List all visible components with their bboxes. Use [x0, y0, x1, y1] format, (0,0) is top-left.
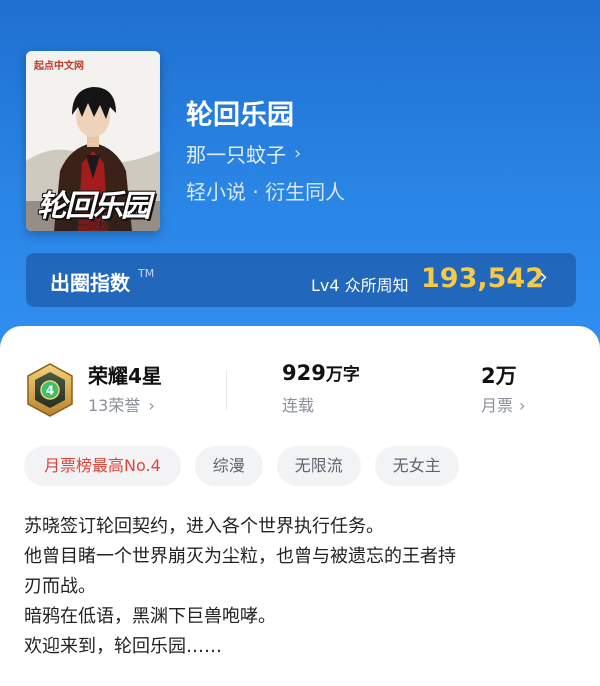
honor-count-link[interactable]: 13荣誉 › [88, 392, 155, 416]
monthly-votes-count: 2万 [481, 364, 517, 388]
book-title: 轮回乐园 [186, 100, 294, 131]
description-line: 欢迎来到，轮回乐园…… [24, 636, 222, 657]
author-link[interactable]: 那一只蚊子 › [186, 139, 301, 168]
gold-hexagon-badge-icon: 4 [27, 363, 73, 417]
trademark-mark: TM [138, 267, 155, 280]
description-line: 苏晓签订轮回契约，进入各个世界执行任务。 [24, 516, 384, 537]
serial-status: 连载 [282, 396, 315, 415]
tag-item[interactable]: 无女主 [374, 446, 459, 486]
word-count: 929万字 [282, 360, 360, 385]
stat-divider [226, 370, 227, 410]
author-name: 那一只蚊子 [186, 143, 286, 167]
tag-ranking[interactable]: 月票榜最高No.4 [24, 446, 181, 486]
badge-number: 4 [46, 384, 54, 398]
chevron-right-icon: › [539, 265, 548, 290]
chevron-right-icon: › [148, 396, 155, 415]
book-genre: 轻小说 · 衍生同人 [186, 180, 346, 204]
chevron-right-icon: › [294, 143, 302, 164]
tag-item[interactable]: 无限流 [276, 446, 361, 486]
word-count-unit: 万字 [325, 365, 360, 385]
index-value: 193,542 [421, 263, 544, 294]
word-count-number: 929 [282, 361, 326, 385]
cover-publisher: 起点中文网 [34, 61, 84, 72]
popularity-index-bar[interactable]: 出圈指数 TM Lv4 众所周知 193,542 › [26, 253, 576, 307]
description-line: 刃而战。 [24, 576, 96, 597]
honor-level: 荣耀4星 [88, 364, 162, 388]
monthly-votes-link[interactable]: 月票 › [481, 392, 525, 416]
tag-list: 月票榜最高No.4 综漫 无限流 无女主 [24, 446, 473, 486]
book-header: 起点中文网 轮回乐园 那一只蚊子 轮回乐园 那一只蚊子 › 轻小说 · 衍生同人… [0, 0, 600, 360]
description-line: 他曾目睹一个世界崩灭为尘粒，也曾与被遗忘的王者持 [24, 546, 456, 567]
chevron-right-icon: › [519, 396, 526, 415]
description-line: 暗鸦在低语，黑渊下巨兽咆哮。 [24, 606, 276, 627]
tag-item[interactable]: 综漫 [194, 446, 263, 486]
honor-count: 13荣誉 [88, 396, 141, 415]
cover-author: 那一只蚊子 [68, 221, 118, 231]
book-description[interactable]: 苏晓签订轮回契约，进入各个世界执行任务。 他曾目睹一个世界崩灭为尘粒，也曾与被遗… [24, 512, 580, 662]
index-label: 出圈指数 [50, 271, 130, 295]
book-info-card: 4 荣耀4星 13荣誉 › 929万字 连载 2万 月票 › 月票榜最高No.4 综… [0, 326, 600, 686]
index-level: Lv4 众所周知 [311, 276, 409, 295]
book-cover[interactable]: 起点中文网 轮回乐园 那一只蚊子 [26, 51, 160, 231]
monthly-votes-label: 月票 [481, 396, 514, 415]
